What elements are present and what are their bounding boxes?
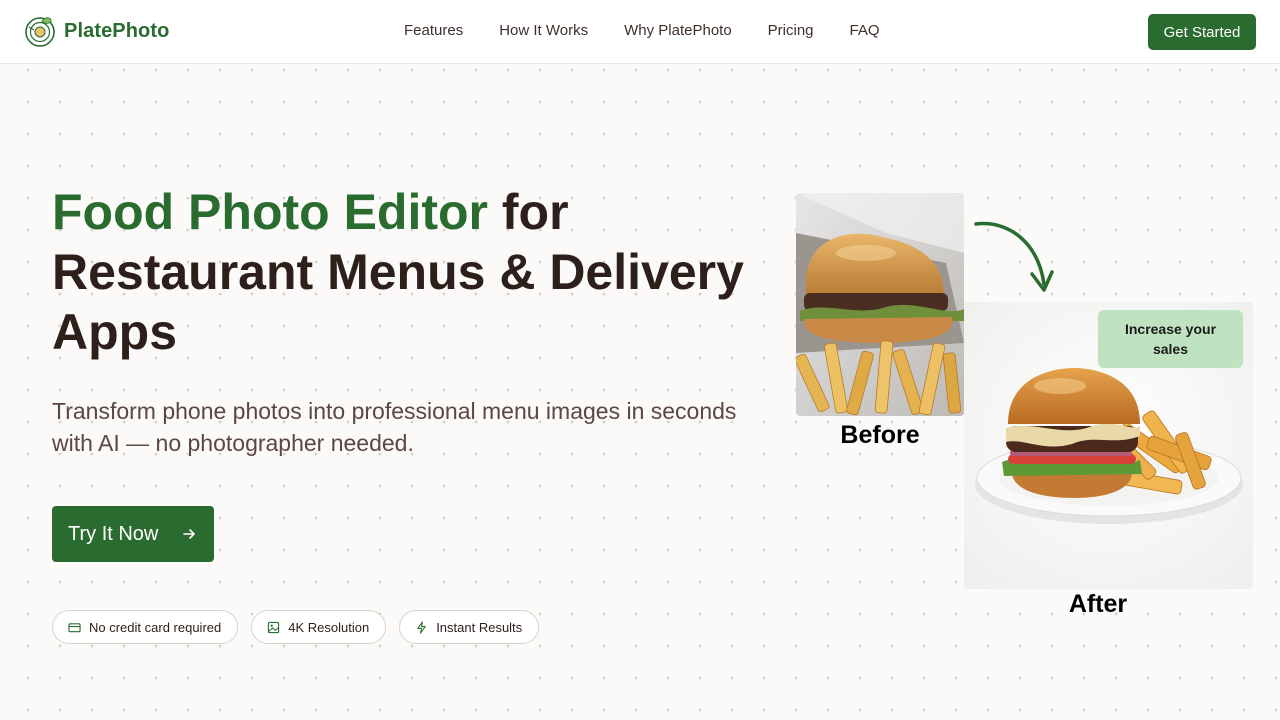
before-photo xyxy=(796,193,964,416)
nav-item-pricing[interactable]: Pricing xyxy=(768,22,814,39)
feature-badges: No credit card required 4K Resolution In… xyxy=(52,610,552,644)
nav-item-faq[interactable]: FAQ xyxy=(850,22,880,39)
brand-name: PlatePhoto xyxy=(64,19,170,42)
badge-4k-resolution: 4K Resolution xyxy=(251,610,387,644)
plate-logo-icon xyxy=(25,17,55,47)
hero-title: Food Photo Editor for Restaurant Menus &… xyxy=(52,182,752,362)
badge-label: Instant Results xyxy=(436,619,523,635)
nav-item-how-it-works[interactable]: How It Works xyxy=(499,22,588,39)
before-burger-image xyxy=(796,193,964,416)
site-header: PlatePhoto Features How It Works Why Pla… xyxy=(0,0,1280,64)
arrow-right-icon xyxy=(183,529,195,539)
badge-label: 4K Resolution xyxy=(288,619,370,635)
nav-item-why-platephoto[interactable]: Why PlatePhoto xyxy=(624,22,732,39)
increase-sales-tag: Increase your sales xyxy=(1098,310,1243,368)
hero-title-accent: Food Photo Editor xyxy=(52,184,489,240)
get-started-button[interactable]: Get Started xyxy=(1148,14,1256,50)
brand[interactable]: PlatePhoto xyxy=(24,15,169,47)
before-label: Before xyxy=(840,421,920,449)
badge-no-credit-card: No credit card required xyxy=(52,610,239,644)
image-icon xyxy=(268,621,280,633)
try-it-now-label: Try It Now xyxy=(68,522,159,545)
try-it-now-button[interactable]: Try It Now xyxy=(52,506,214,562)
credit-card-icon xyxy=(68,622,81,632)
lightning-icon xyxy=(417,620,426,634)
curved-arrow-icon xyxy=(974,221,1054,292)
nav-item-features[interactable]: Features xyxy=(404,22,463,39)
hero-subtitle: Transform phone photos into professional… xyxy=(52,398,737,456)
after-label: After xyxy=(1068,590,1128,618)
badge-instant-results: Instant Results xyxy=(399,610,540,644)
badge-label: No credit card required xyxy=(89,619,222,635)
main-nav: Features How It Works Why PlatePhoto Pri… xyxy=(404,22,916,39)
